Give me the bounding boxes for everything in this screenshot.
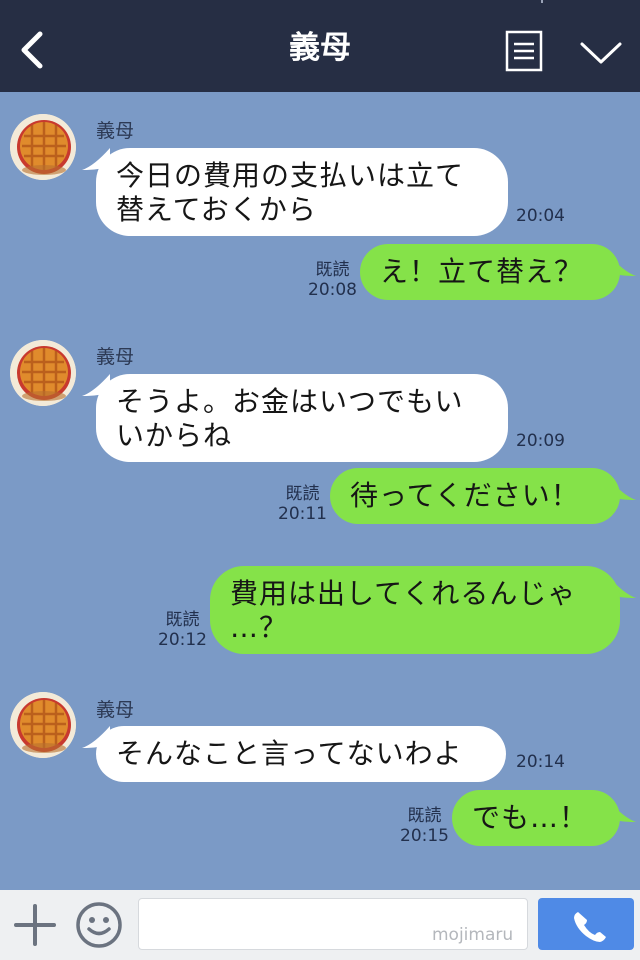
message-bubble-outgoing[interactable]: でも…！: [452, 790, 620, 846]
message-bubble-outgoing[interactable]: 待ってください！: [330, 468, 620, 524]
plus-icon[interactable]: [12, 902, 58, 948]
sender-name: 義母: [96, 699, 135, 721]
message-line: そうよ。お金はいつでもい: [116, 385, 464, 418]
message-bubble-outgoing[interactable]: え！立て替え？: [360, 244, 620, 300]
sender-name: 義母: [96, 120, 135, 142]
call-button[interactable]: [538, 898, 634, 950]
message-time: 20:11: [278, 504, 327, 524]
chat-title: 義母: [289, 30, 351, 66]
chat-header: 義母: [0, 0, 640, 92]
avatar[interactable]: [10, 114, 76, 180]
message-time: 20:08: [308, 280, 357, 300]
avatar[interactable]: [10, 692, 76, 758]
phone-icon: [574, 912, 606, 942]
message-text: そんなこと言ってないわよ: [116, 737, 463, 770]
message-time: 20:12: [158, 630, 207, 650]
message-text: でも…！: [472, 801, 589, 834]
message-text: え！立て替え？: [380, 255, 584, 288]
read-status: 既読 20:15: [400, 806, 449, 846]
chat-area[interactable]: 義母 今日の費用の支払いは立て 替えておくから 20:04 既読 20:08 え…: [0, 92, 640, 890]
message-bubble-incoming[interactable]: そうよ。お金はいつでもい いからね: [96, 374, 508, 462]
message-time: 20:14: [516, 752, 565, 772]
avatar[interactable]: [10, 340, 76, 406]
read-label: 既読: [285, 484, 320, 504]
menu-list-icon[interactable]: [504, 30, 544, 72]
read-label: 既読: [165, 610, 200, 630]
read-status: 既読 20:12: [158, 610, 207, 650]
status-mark: [541, 0, 543, 3]
message-time: 20:04: [516, 206, 565, 226]
read-label: 既読: [407, 806, 442, 826]
read-status: 既読 20:08: [308, 260, 357, 300]
message-time: 20:09: [516, 431, 565, 451]
message-line: 費用は出してくれるんじゃ: [230, 577, 577, 610]
read-label: 既読: [315, 260, 350, 280]
smile-icon[interactable]: [74, 900, 124, 950]
back-chevron-icon[interactable]: [14, 30, 54, 70]
message-line: …？: [230, 611, 289, 644]
sender-name: 義母: [96, 346, 135, 368]
watermark-text: mojimaru: [432, 925, 514, 945]
message-line: 今日の費用の支払いは立て: [116, 159, 465, 192]
message-bubble-outgoing[interactable]: 費用は出してくれるんじゃ …？: [210, 566, 620, 654]
message-time: 20:15: [400, 826, 449, 846]
message-bubble-incoming[interactable]: そんなこと言ってないわよ: [96, 726, 506, 782]
read-status: 既読 20:11: [278, 484, 327, 524]
message-line: 替えておくから: [116, 193, 317, 226]
message-bubble-incoming[interactable]: 今日の費用の支払いは立て 替えておくから: [96, 148, 508, 236]
chevron-down-icon[interactable]: [578, 38, 624, 68]
message-text: 待ってください！: [350, 479, 580, 512]
message-line: いからね: [116, 419, 233, 452]
